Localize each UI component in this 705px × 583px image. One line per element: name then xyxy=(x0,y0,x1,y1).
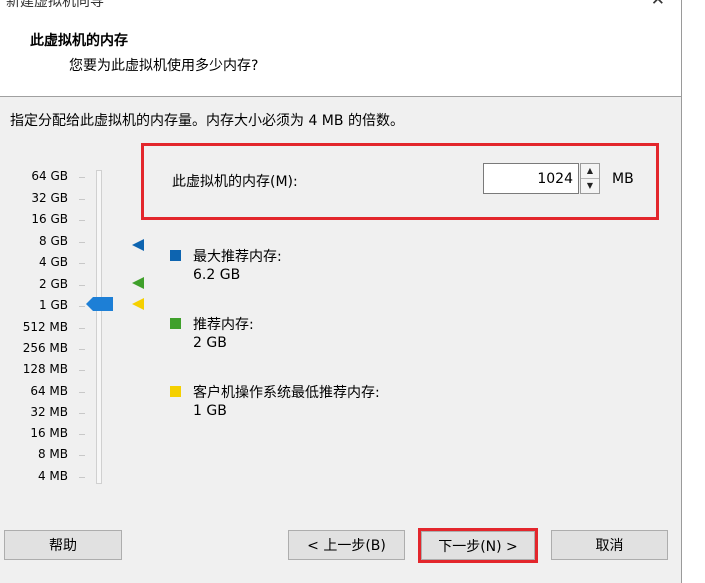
scale-tick xyxy=(79,242,85,243)
max-recommended-value: 6.2 GB xyxy=(193,267,241,283)
scale-tick xyxy=(79,263,85,264)
new-vm-wizard-window: 新建虚拟机向导 ✕ 此虚拟机的内存 您要为此虚拟机使用多少内存? 指定分配给此虚… xyxy=(0,0,682,583)
close-icon[interactable]: ✕ xyxy=(651,0,665,10)
spin-up-icon[interactable]: ▲ xyxy=(581,164,599,179)
max-recommended-square-icon xyxy=(170,250,181,261)
memory-unit: MB xyxy=(612,171,634,187)
page-subtitle: 您要为此虚拟机使用多少内存? xyxy=(69,58,259,74)
help-button[interactable]: 帮助 xyxy=(4,530,122,560)
scale-label: 16 MB xyxy=(30,426,68,440)
scale-label: 32 MB xyxy=(30,405,68,419)
scale-label: 8 GB xyxy=(39,234,68,248)
next-button[interactable]: 下一步(N) > xyxy=(421,531,535,560)
scale-tick xyxy=(79,306,85,307)
scale-tick xyxy=(79,220,85,221)
title-bar: 新建虚拟机向导 ✕ xyxy=(0,0,681,10)
back-button[interactable]: < 上一步(B) xyxy=(288,530,405,560)
scale-label: 4 MB xyxy=(37,469,68,483)
minimum-recommended-label: 客户机操作系统最低推荐内存: xyxy=(193,385,380,401)
scale-tick xyxy=(79,328,85,329)
slider-thumb[interactable] xyxy=(86,297,113,311)
max-recommended-label: 最大推荐内存: xyxy=(193,249,282,265)
scale-tick xyxy=(79,370,85,371)
recommended-square-icon xyxy=(170,318,181,329)
scale-tick xyxy=(79,177,85,178)
scale-tick xyxy=(79,392,85,393)
scale-tick xyxy=(79,477,85,478)
memory-size-input[interactable] xyxy=(483,163,579,194)
memory-label: 此虚拟机的内存(M): xyxy=(172,174,298,190)
scale-tick xyxy=(79,199,85,200)
recommended-value: 2 GB xyxy=(193,335,227,351)
minimum-recommended-value: 1 GB xyxy=(193,403,227,419)
scale-tick xyxy=(79,434,85,435)
scale-label: 128 MB xyxy=(22,362,68,376)
scale-label: 64 GB xyxy=(31,169,68,183)
minimum-recommended-marker-icon xyxy=(132,298,144,310)
scale-tick xyxy=(79,455,85,456)
minimum-recommended-square-icon xyxy=(170,386,181,397)
page-title: 此虚拟机的内存 xyxy=(30,33,128,49)
scale-tick xyxy=(79,285,85,286)
scale-label: 32 GB xyxy=(31,191,68,205)
scale-label: 16 GB xyxy=(31,212,68,226)
wizard-header: 此虚拟机的内存 您要为此虚拟机使用多少内存? xyxy=(0,10,681,97)
scale-label: 512 MB xyxy=(22,320,68,334)
cancel-button[interactable]: 取消 xyxy=(551,530,668,560)
instruction-text: 指定分配给此虚拟机的内存量。内存大小必须为 4 MB 的倍数。 xyxy=(10,113,404,129)
scale-label: 1 GB xyxy=(39,298,68,312)
scale-label: 256 MB xyxy=(22,341,68,355)
max-recommended-marker-icon xyxy=(132,239,144,251)
slider-track[interactable] xyxy=(96,170,102,484)
recommended-marker-icon xyxy=(132,277,144,289)
spin-down-icon[interactable]: ▼ xyxy=(581,179,599,193)
scale-label: 2 GB xyxy=(39,277,68,291)
scale-label: 4 GB xyxy=(39,255,68,269)
recommended-label: 推荐内存: xyxy=(193,317,254,333)
scale-tick xyxy=(79,413,85,414)
window-title: 新建虚拟机向导 xyxy=(6,0,104,10)
scale-label: 64 MB xyxy=(30,384,68,398)
scale-label: 8 MB xyxy=(37,447,68,461)
memory-spinner[interactable]: ▲ ▼ xyxy=(580,163,600,194)
scale-tick xyxy=(79,349,85,350)
